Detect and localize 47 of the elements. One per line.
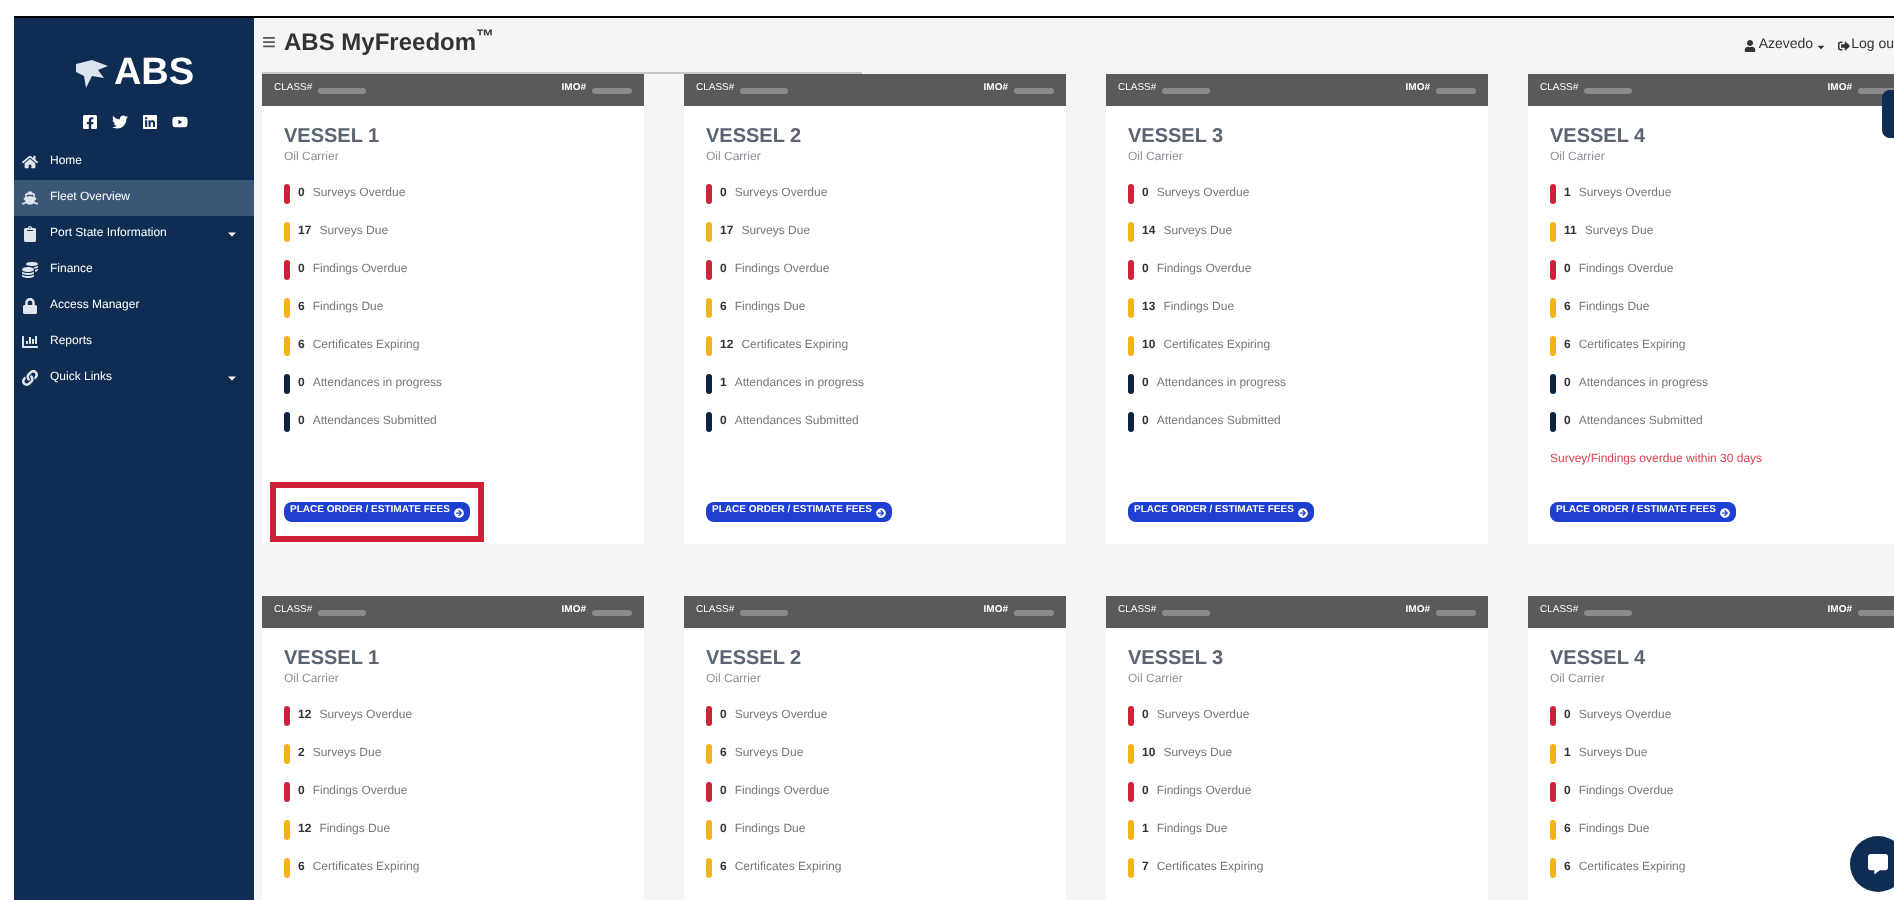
redaction-mark <box>318 609 367 615</box>
vessel-name: VESSEL 3 <box>1128 648 1226 672</box>
redaction-mark <box>740 609 789 615</box>
facebook-icon[interactable] <box>81 114 97 130</box>
user-icon <box>1744 40 1757 53</box>
menu-icon[interactable]: ≡ <box>262 30 277 54</box>
clipboard-icon <box>22 226 38 242</box>
home-icon <box>22 154 38 170</box>
vessel-name: VESSEL 1 <box>284 648 382 672</box>
redaction-mark <box>318 87 367 93</box>
redaction-mark <box>1014 87 1054 93</box>
ship-icon <box>22 190 38 206</box>
lock-icon <box>22 298 38 314</box>
redaction-mark <box>1436 87 1476 93</box>
chat-icon <box>1868 854 1888 874</box>
arrow-icon <box>453 507 464 517</box>
vessel-name: VESSEL 3 <box>1128 126 1226 150</box>
redaction-mark <box>1162 87 1211 93</box>
arrow-icon <box>1297 507 1308 517</box>
link-icon <box>22 370 38 386</box>
redaction-mark <box>1858 609 1894 615</box>
redaction-mark <box>1584 87 1633 93</box>
redaction-mark <box>1162 609 1211 615</box>
coins-icon <box>22 262 38 278</box>
linkedin-icon[interactable] <box>141 114 157 130</box>
side-tab[interactable] <box>1882 90 1894 138</box>
arrow-icon <box>1719 507 1730 517</box>
vessel-name: VESSEL 2 <box>706 648 804 672</box>
redaction-mark <box>740 87 789 93</box>
caret-icon <box>1815 41 1826 52</box>
redaction-mark <box>592 609 632 615</box>
vessel-name: VESSEL 2 <box>706 126 804 150</box>
redaction-mark <box>1436 609 1476 615</box>
eagle-icon <box>73 58 110 90</box>
twitter-icon[interactable] <box>111 114 127 130</box>
youtube-icon[interactable] <box>171 114 187 130</box>
vessel-name: VESSEL 4 <box>1550 126 1648 150</box>
arrow-icon <box>875 507 886 517</box>
logout-icon <box>1837 40 1850 53</box>
vessel-name: VESSEL 1 <box>284 126 382 150</box>
redaction-mark <box>592 87 632 93</box>
redaction-mark <box>1014 609 1054 615</box>
chart-icon <box>22 334 38 350</box>
app-title: ABS MyFreedom$^{™}$ <box>284 28 495 56</box>
logo-text: ABS <box>113 49 195 98</box>
redaction-mark <box>1584 609 1633 615</box>
vessel-name: VESSEL 4 <box>1550 648 1648 672</box>
